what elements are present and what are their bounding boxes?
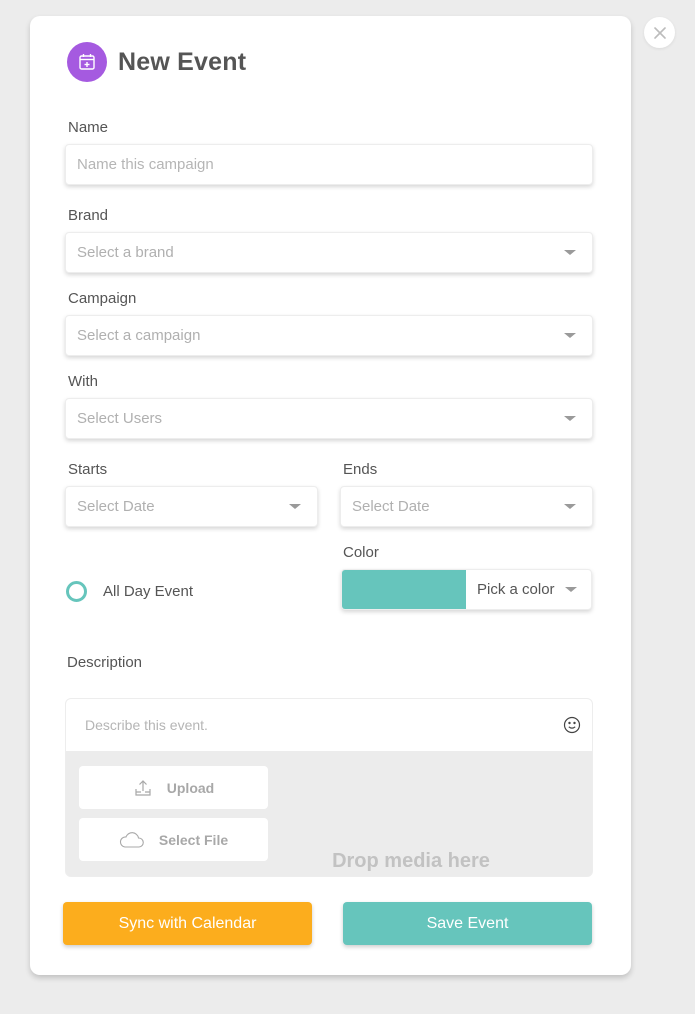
description-field[interactable] bbox=[66, 699, 592, 751]
users-select[interactable]: Select Users bbox=[65, 398, 593, 439]
brand-select[interactable]: Select a brand bbox=[65, 232, 593, 273]
end-date-select[interactable]: Select Date bbox=[340, 486, 593, 527]
chevron-down-icon bbox=[289, 504, 301, 509]
cloud-icon bbox=[119, 831, 144, 848]
calendar-plus-icon bbox=[67, 42, 107, 82]
chevron-down-icon bbox=[564, 504, 576, 509]
new-event-modal: New Event Name Brand Select a brand Camp… bbox=[30, 16, 631, 975]
campaign-select[interactable]: Select a campaign bbox=[65, 315, 593, 356]
name-input[interactable] bbox=[77, 156, 576, 173]
all-day-radio[interactable] bbox=[66, 581, 87, 602]
campaign-placeholder: Select a campaign bbox=[77, 327, 201, 344]
with-label: With bbox=[68, 373, 98, 390]
all-day-label: All Day Event bbox=[103, 583, 194, 600]
page-title: New Event bbox=[118, 47, 247, 76]
start-date-select[interactable]: Select Date bbox=[65, 486, 318, 527]
chevron-down-icon bbox=[564, 250, 576, 255]
close-button[interactable] bbox=[644, 17, 675, 48]
all-day-toggle[interactable]: All Day Event bbox=[66, 581, 193, 602]
color-select-label: Pick a color bbox=[477, 581, 555, 598]
start-date-placeholder: Select Date bbox=[77, 498, 155, 515]
campaign-label: Campaign bbox=[68, 290, 137, 307]
upload-label: Upload bbox=[166, 779, 215, 796]
upload-icon bbox=[135, 779, 151, 796]
color-swatch[interactable] bbox=[342, 570, 466, 609]
close-icon bbox=[653, 26, 666, 39]
name-label: Name bbox=[68, 119, 109, 136]
media-dropzone[interactable]: Upload Select File Drop media here bbox=[66, 751, 592, 876]
name-field[interactable] bbox=[65, 144, 593, 185]
chevron-down-icon bbox=[564, 416, 576, 421]
description-input[interactable] bbox=[85, 717, 562, 733]
sync-calendar-button[interactable]: Sync with Calendar bbox=[63, 902, 312, 945]
upload-button[interactable]: Upload bbox=[79, 766, 268, 809]
chevron-down-icon bbox=[564, 333, 576, 338]
color-picker[interactable]: Pick a color bbox=[341, 569, 592, 610]
save-event-button[interactable]: Save Event bbox=[343, 902, 592, 945]
color-label: Color bbox=[343, 544, 379, 561]
starts-label: Starts bbox=[68, 461, 108, 478]
description-label: Description bbox=[67, 654, 143, 671]
color-select[interactable]: Pick a color bbox=[466, 570, 591, 609]
select-file-button[interactable]: Select File bbox=[79, 818, 268, 861]
drop-media-text: Drop media here bbox=[332, 850, 490, 872]
smiley-icon[interactable] bbox=[562, 715, 582, 735]
end-date-placeholder: Select Date bbox=[352, 498, 430, 515]
users-placeholder: Select Users bbox=[77, 410, 163, 427]
brand-placeholder: Select a brand bbox=[77, 244, 174, 261]
modal-header: New Event bbox=[67, 42, 246, 82]
ends-label: Ends bbox=[343, 461, 378, 478]
select-file-label: Select File bbox=[158, 831, 229, 848]
description-box: Upload Select File Drop media here bbox=[65, 698, 593, 877]
brand-label: Brand bbox=[68, 207, 109, 224]
chevron-down-icon bbox=[565, 587, 577, 592]
